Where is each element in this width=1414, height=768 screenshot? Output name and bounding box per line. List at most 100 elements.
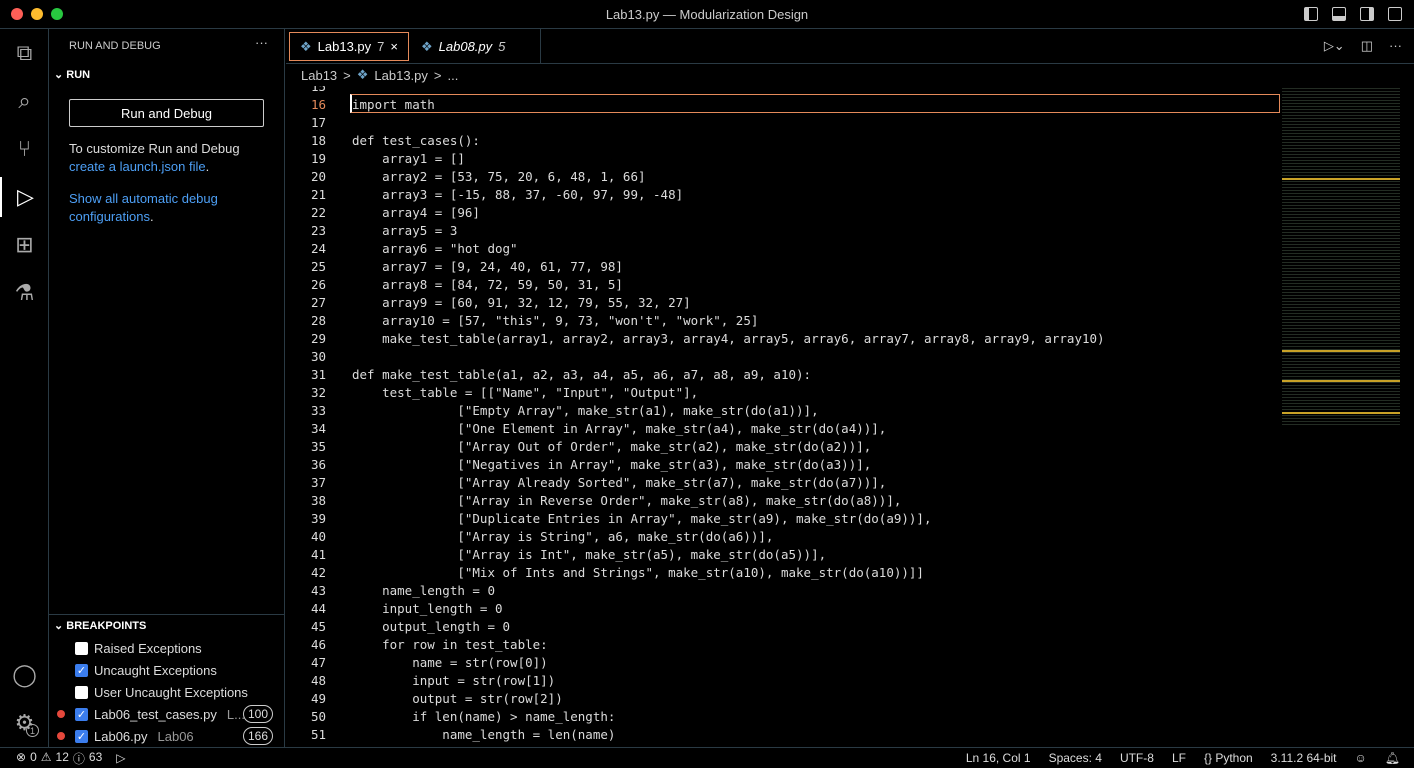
breakpoints-section-header[interactable]: ⌄ BREAKPOINTS: [54, 619, 146, 632]
breakpoint-item[interactable]: ✓ Uncaught Exceptions: [49, 659, 285, 681]
feedback-icon[interactable]: ☺: [1355, 751, 1367, 765]
code-line[interactable]: array9 = [60, 91, 32, 12, 79, 55, 32, 27…: [352, 294, 691, 312]
account-icon[interactable]: ◯: [0, 655, 49, 695]
code-line[interactable]: name_length = 0: [352, 582, 495, 600]
toggle-sidebar-icon[interactable]: [1304, 7, 1318, 21]
code-line[interactable]: array8 = [84, 72, 59, 50, 31, 5]: [352, 276, 623, 294]
breadcrumb-folder[interactable]: Lab13: [301, 68, 337, 83]
code-line[interactable]: input_length = 0: [352, 600, 502, 618]
testing-icon[interactable]: ⚗: [0, 273, 49, 313]
activity-bar: ⧉ ⌕ ⑂ ▷ ⊞ ⚗ ◯ ⚙ 1: [0, 29, 49, 747]
breakpoint-item[interactable]: User Uncaught Exceptions: [49, 681, 285, 703]
code-line[interactable]: ["Array Already Sorted", make_str(a7), m…: [352, 474, 886, 492]
close-tab-icon[interactable]: ×: [390, 39, 398, 54]
problems-summary[interactable]: ⊗ 0 ⚠ 12 ⓘ 63: [16, 750, 102, 767]
breakpoint-checkbox[interactable]: ✓: [75, 729, 88, 743]
code-line[interactable]: array7 = [9, 24, 40, 61, 77, 98]: [352, 258, 623, 276]
more-actions-icon[interactable]: ···: [1389, 38, 1402, 54]
breakpoint-item[interactable]: ✓ Lab06_test_cases.py L... 100: [49, 703, 285, 725]
create-launch-json-link[interactable]: create a launch.json file: [69, 159, 206, 174]
code-line[interactable]: for row in test_table:: [352, 636, 548, 654]
breakpoint-item[interactable]: Raised Exceptions: [49, 637, 285, 659]
code-line[interactable]: array5 = 3: [352, 222, 457, 240]
line-number: 32: [310, 385, 326, 400]
python-file-icon: ❖: [356, 67, 369, 82]
code-line[interactable]: name = str(row[0]): [352, 654, 547, 672]
minimap[interactable]: [1282, 86, 1400, 426]
line-number: 51: [310, 727, 326, 742]
breakpoint-checkbox[interactable]: ✓: [75, 707, 88, 721]
indentation[interactable]: Spaces: 4: [1049, 751, 1102, 765]
line-ending[interactable]: LF: [1172, 751, 1186, 765]
code-line[interactable]: array10 = [57, "this", 9, 73, "won't", "…: [352, 312, 758, 330]
code-line[interactable]: ["Empty Array", make_str(a1), make_str(d…: [352, 402, 818, 420]
code-line[interactable]: import math: [352, 96, 435, 114]
breakpoint-checkbox[interactable]: ✓: [75, 663, 88, 677]
code-line[interactable]: input = str(row[1]): [352, 672, 555, 690]
debug-launch-icon[interactable]: ▷: [116, 751, 125, 765]
tab-lab08[interactable]: ❖ Lab08.py 5: [411, 29, 541, 64]
search-icon[interactable]: ⌕: [0, 81, 49, 121]
tab-lab13[interactable]: ❖ Lab13.py 7 ×: [289, 32, 409, 61]
python-interpreter[interactable]: 3.11.2 64-bit: [1271, 751, 1337, 765]
line-number: 23: [310, 223, 326, 238]
show-debug-configurations-link[interactable]: Show all automatic debug configurations: [69, 191, 218, 224]
breadcrumb-symbol[interactable]: ...: [448, 68, 459, 83]
line-number: 46: [310, 637, 326, 652]
period: .: [149, 209, 154, 224]
settings-badge: 1: [26, 724, 39, 737]
sidebar-title: RUN AND DEBUG: [69, 40, 161, 52]
code-line[interactable]: ["Array Out of Order", make_str(a2), mak…: [352, 438, 871, 456]
breadcrumb-file[interactable]: Lab13.py: [374, 68, 428, 83]
code-line[interactable]: ["Negatives in Array", make_str(a3), mak…: [352, 456, 871, 474]
more-actions-button[interactable]: ···: [255, 35, 268, 50]
source-control-icon[interactable]: ⑂: [0, 129, 49, 169]
breakpoint-checkbox[interactable]: [75, 685, 88, 699]
code-line[interactable]: if len(name) > name_length:: [352, 708, 615, 726]
cursor-position[interactable]: Ln 16, Col 1: [966, 751, 1031, 765]
language-mode[interactable]: {} Python: [1204, 751, 1253, 765]
customize-layout-icon[interactable]: [1388, 7, 1402, 21]
code-editor[interactable]: 15 16 import math 17 18 def test_cases(): 19 a…: [286, 86, 1282, 747]
run-section-header[interactable]: ⌄ RUN: [54, 68, 90, 81]
editor-tabs: ❖ Lab13.py 7 × ❖ Lab08.py 5 ▷⌄ ◫ ···: [286, 29, 1414, 64]
close-window-button[interactable]: [11, 8, 23, 20]
encoding[interactable]: UTF-8: [1120, 751, 1154, 765]
extensions-icon[interactable]: ⊞: [0, 225, 49, 265]
toggle-panel-icon[interactable]: [1332, 7, 1346, 21]
notifications-bell-icon[interactable]: 🔔︎: [1385, 751, 1400, 765]
breakpoint-item[interactable]: ✓ Lab06.py Lab06 166: [49, 725, 285, 747]
code-line[interactable]: ["Mix of Ints and Strings", make_str(a10…: [352, 564, 924, 582]
code-line[interactable]: ["Array is String", a6, make_str(do(a6))…: [352, 528, 773, 546]
split-editor-icon[interactable]: ◫: [1361, 38, 1373, 54]
code-line[interactable]: ["Duplicate Entries in Array", make_str(…: [352, 510, 931, 528]
explorer-icon[interactable]: ⧉: [0, 33, 49, 73]
line-number: 44: [310, 601, 326, 616]
breakpoint-label: Uncaught Exceptions: [94, 662, 217, 678]
code-line[interactable]: array2 = [53, 75, 20, 6, 48, 1, 66]: [352, 168, 645, 186]
code-line[interactable]: def make_test_table(a1, a2, a3, a4, a5, …: [352, 366, 811, 384]
run-debug-icon[interactable]: ▷: [0, 177, 49, 217]
breakpoint-checkbox[interactable]: [75, 641, 88, 655]
code-line[interactable]: ["One Element in Array", make_str(a4), m…: [352, 420, 886, 438]
line-number: 17: [310, 115, 326, 130]
code-line[interactable]: array1 = []: [352, 150, 465, 168]
code-line[interactable]: array4 = [96]: [352, 204, 480, 222]
code-line[interactable]: output_length = 0: [352, 618, 510, 636]
run-python-file-icon[interactable]: ▷⌄: [1324, 38, 1345, 54]
code-line[interactable]: make_test_table(array1, array2, array3, …: [352, 330, 1104, 348]
window-title: Lab13.py — Modularization Design: [605, 6, 809, 22]
code-line[interactable]: ["Array in Reverse Order", make_str(a8),…: [352, 492, 901, 510]
code-line[interactable]: array6 = "hot dog": [352, 240, 517, 258]
settings-gear-icon[interactable]: ⚙ 1: [0, 703, 49, 743]
code-line[interactable]: def test_cases():: [352, 132, 480, 150]
code-line[interactable]: output = str(row[2]): [352, 690, 563, 708]
code-line[interactable]: test_table = [["Name", "Input", "Output"…: [352, 384, 698, 402]
code-line[interactable]: name_length = len(name): [352, 726, 615, 744]
run-and-debug-button[interactable]: Run and Debug: [69, 99, 264, 127]
code-line[interactable]: ["Array is Int", make_str(a5), make_str(…: [352, 546, 826, 564]
maximize-window-button[interactable]: [51, 8, 63, 20]
minimize-window-button[interactable]: [31, 8, 43, 20]
code-line[interactable]: array3 = [-15, 88, 37, -60, 97, 99, -48]: [352, 186, 683, 204]
toggle-secondary-sidebar-icon[interactable]: [1360, 7, 1374, 21]
